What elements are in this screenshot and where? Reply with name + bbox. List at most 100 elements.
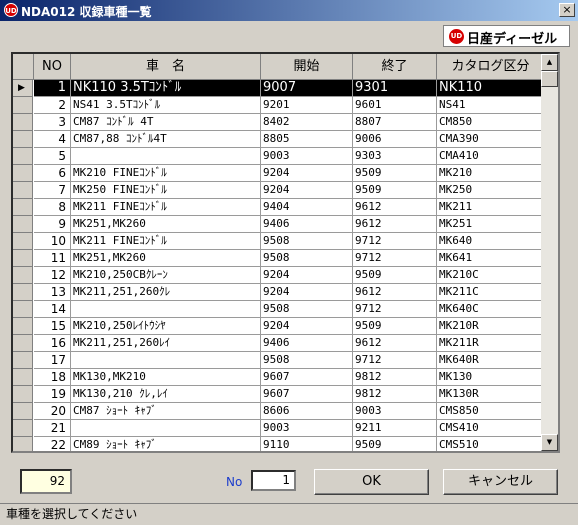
vertical-scrollbar[interactable]: ▲ ▼ <box>541 54 558 451</box>
cell-no: 5 <box>34 148 71 165</box>
cell-name: MK210,250CBｸﾚｰﾝ <box>71 267 261 284</box>
row-selector[interactable] <box>13 369 33 386</box>
cell-name: MK130,210 ｸﾚ,ﾚｲ <box>71 386 261 403</box>
table-row[interactable]: 15 MK210,250ﾚｲﾄｳｼﾔ 9204 9509 MK210R <box>13 318 545 335</box>
header-end[interactable]: 終了 <box>353 54 437 80</box>
cell-no: 3 <box>34 114 71 131</box>
row-selector[interactable] <box>13 114 33 131</box>
no-input[interactable]: 1 <box>251 470 296 491</box>
cell-catalog: CMS510 <box>437 437 545 451</box>
cell-no: 2 <box>34 97 71 114</box>
ok-button[interactable]: OK <box>314 469 429 495</box>
table-row[interactable]: 14 9508 9712 MK640C <box>13 301 545 318</box>
row-selector[interactable] <box>13 199 33 216</box>
cell-name <box>71 148 261 165</box>
row-selector[interactable] <box>13 335 33 352</box>
cell-start: 9007 <box>261 80 353 97</box>
header-no[interactable]: NO <box>34 54 71 80</box>
table-row[interactable]: 2 NS41 3.5Tｺﾝﾄﾞﾙ 9201 9601 NS41 <box>13 97 545 114</box>
table-row[interactable]: 5 9003 9303 CMA410 <box>13 148 545 165</box>
cell-start: 8805 <box>261 131 353 148</box>
cell-start: 9607 <box>261 369 353 386</box>
cell-end: 9812 <box>353 386 437 403</box>
table-row[interactable]: 8 MK211 FINEｺﾝﾄﾞﾙ 9404 9612 MK211 <box>13 199 545 216</box>
cell-end: 9509 <box>353 437 437 451</box>
cell-catalog: MK130 <box>437 369 545 386</box>
cancel-button[interactable]: キャンセル <box>443 469 558 495</box>
table-row[interactable]: ▶ 1 NK110 3.5Tｺﾝﾄﾞﾙ 9007 9301 NK110 <box>13 80 545 97</box>
row-selector[interactable] <box>13 352 33 369</box>
table-row[interactable]: 3 CM87 ｺﾝﾄﾞﾙ 4T 8402 8807 CM850 <box>13 114 545 131</box>
cell-end: 9612 <box>353 216 437 233</box>
app-logo-icon: UD <box>4 3 18 17</box>
row-selector[interactable] <box>13 403 33 420</box>
close-button[interactable]: × <box>559 3 575 17</box>
header-catalog[interactable]: カタログ区分 <box>437 54 545 80</box>
row-selector[interactable] <box>13 301 33 318</box>
table-row[interactable]: 21 9003 9211 CMS410 <box>13 420 545 437</box>
cell-catalog: MK210R <box>437 318 545 335</box>
scroll-up-button[interactable]: ▲ <box>541 54 558 71</box>
table-row[interactable]: 11 MK251,MK260 9508 9712 MK641 <box>13 250 545 267</box>
row-selector[interactable] <box>13 131 33 148</box>
row-selector[interactable] <box>13 386 33 403</box>
cell-name: NS41 3.5Tｺﾝﾄﾞﾙ <box>71 97 261 114</box>
cell-end: 9812 <box>353 369 437 386</box>
cell-start: 8606 <box>261 403 353 420</box>
row-selector[interactable] <box>13 250 33 267</box>
row-selector[interactable] <box>13 97 33 114</box>
table-row[interactable]: 19 MK130,210 ｸﾚ,ﾚｲ 9607 9812 MK130R <box>13 386 545 403</box>
row-selector[interactable] <box>13 182 33 199</box>
cell-end: 9303 <box>353 148 437 165</box>
cell-end: 9612 <box>353 199 437 216</box>
scroll-thumb[interactable] <box>541 71 558 87</box>
cell-no: 9 <box>34 216 71 233</box>
cell-name: MK251,MK260 <box>71 250 261 267</box>
table-row[interactable]: 18 MK130,MK210 9607 9812 MK130 <box>13 369 545 386</box>
table-row[interactable]: 4 CM87,88 ｺﾝﾄﾞﾙ4T 8805 9006 CMA390 <box>13 131 545 148</box>
header-start[interactable]: 開始 <box>261 54 353 80</box>
vehicle-grid[interactable]: NO 車 名 開始 終了 カタログ区分 ▶ 1 NK110 3.5Tｺﾝﾄﾞﾙ 900… <box>11 52 560 453</box>
row-selector[interactable] <box>13 233 33 250</box>
cell-no: 21 <box>34 420 71 437</box>
cell-no: 14 <box>34 301 71 318</box>
cell-end: 9601 <box>353 97 437 114</box>
cell-no: 11 <box>34 250 71 267</box>
cell-start: 9404 <box>261 199 353 216</box>
row-selector[interactable] <box>13 267 33 284</box>
cell-start: 8402 <box>261 114 353 131</box>
header-name[interactable]: 車 名 <box>71 54 261 80</box>
row-selector[interactable] <box>13 148 33 165</box>
row-selector[interactable] <box>13 216 33 233</box>
cell-no: 6 <box>34 165 71 182</box>
title-bar: UD NDA012 収録車種一覧 × <box>0 0 578 21</box>
scroll-down-button[interactable]: ▼ <box>541 434 558 451</box>
cell-end: 9712 <box>353 233 437 250</box>
table-row[interactable]: 16 MK211,251,260ﾚｲ 9406 9612 MK211R <box>13 335 545 352</box>
cell-catalog: MK210C <box>437 267 545 284</box>
cell-start: 9204 <box>261 182 353 199</box>
table-row[interactable]: 22 CM89 ｼｮｰﾄ ｷｬﾌﾞ 9110 9509 CMS510 <box>13 437 545 451</box>
cell-no: 19 <box>34 386 71 403</box>
table-row[interactable]: 6 MK210 FINEｺﾝﾄﾞﾙ 9204 9509 MK210 <box>13 165 545 182</box>
cell-name: MK211 FINEｺﾝﾄﾞﾙ <box>71 233 261 250</box>
row-selector[interactable] <box>13 437 33 451</box>
cell-name: CM87,88 ｺﾝﾄﾞﾙ4T <box>71 131 261 148</box>
table-row[interactable]: 13 MK211,251,260ｸﾚ 9204 9612 MK211C <box>13 284 545 301</box>
cell-catalog: MK130R <box>437 386 545 403</box>
cell-name <box>71 301 261 318</box>
table-row[interactable]: 17 9508 9712 MK640R <box>13 352 545 369</box>
row-selector[interactable] <box>13 318 33 335</box>
cell-no: 1 <box>34 80 71 97</box>
table-row[interactable]: 9 MK251,MK260 9406 9612 MK251 <box>13 216 545 233</box>
row-selector[interactable] <box>13 420 33 437</box>
row-selector[interactable] <box>13 284 33 301</box>
cell-start: 9201 <box>261 97 353 114</box>
table-row[interactable]: 12 MK210,250CBｸﾚｰﾝ 9204 9509 MK210C <box>13 267 545 284</box>
table-row[interactable]: 10 MK211 FINEｺﾝﾄﾞﾙ 9508 9712 MK640 <box>13 233 545 250</box>
table-row[interactable]: 20 CM87 ｼｮｰﾄ ｷｬﾌﾞ 8606 9003 CMS850 <box>13 403 545 420</box>
cell-end: 9712 <box>353 250 437 267</box>
row-selector-arrow-icon[interactable]: ▶ <box>13 80 33 97</box>
row-selector[interactable] <box>13 165 33 182</box>
table-row[interactable]: 7 MK250 FINEｺﾝﾄﾞﾙ 9204 9509 MK250 <box>13 182 545 199</box>
